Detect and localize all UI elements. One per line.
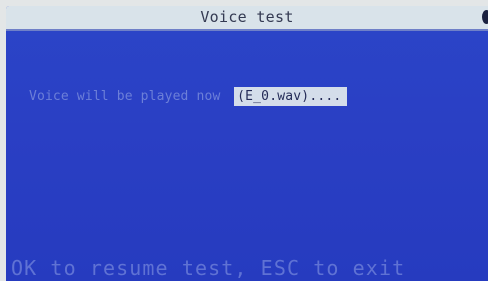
- window-title: Voice test: [200, 8, 294, 26]
- dark-dot-icon: [482, 10, 488, 24]
- audio-file-name: (E_0.wav)....: [234, 87, 348, 106]
- voice-test-window: Voice test Voice will be played now (E_0…: [6, 6, 488, 281]
- voice-message-row: Voice will be played now (E_0.wav)....: [29, 87, 348, 106]
- title-bar: Voice test: [6, 6, 488, 31]
- device-screen: Voice test Voice will be played now (E_0…: [0, 0, 488, 281]
- voice-message-label: Voice will be played now: [29, 89, 221, 104]
- resume-or-exit-instruction: OK to resume test, ESC to exit: [11, 256, 406, 280]
